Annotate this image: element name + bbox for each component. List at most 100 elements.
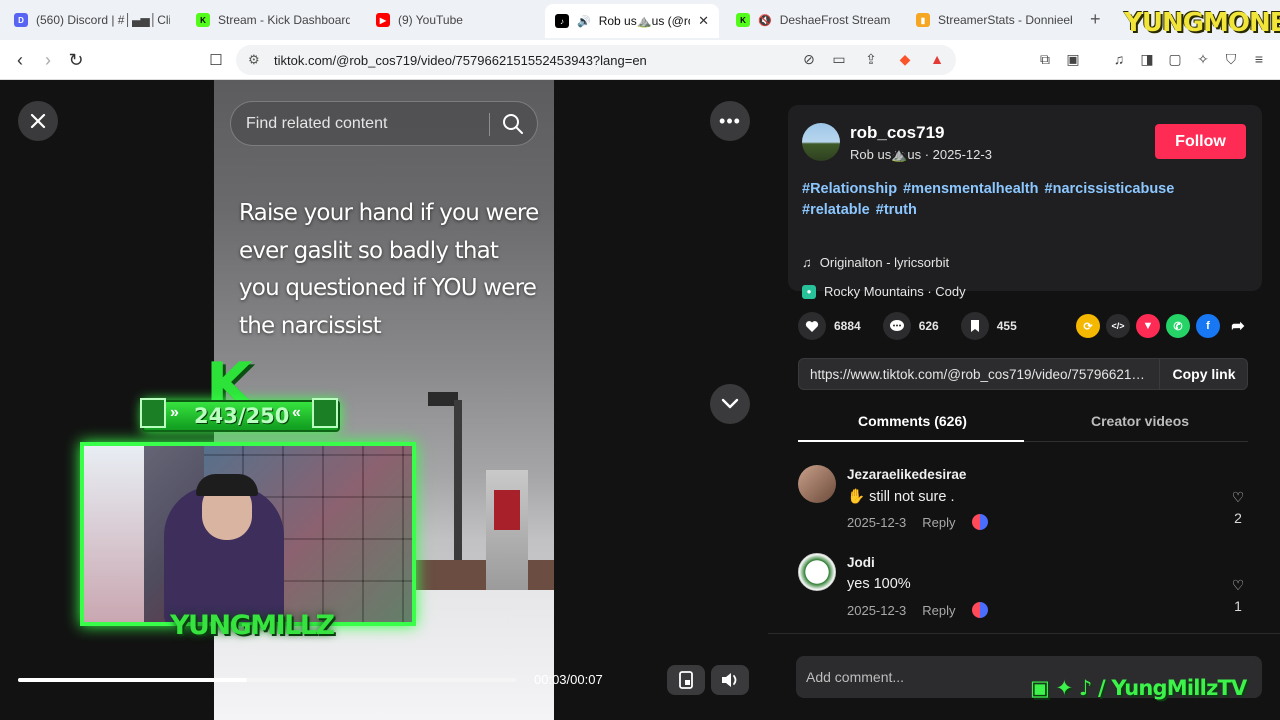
facebook-icon[interactable]: f [1196, 314, 1220, 338]
creator-username[interactable]: rob_cos719 [850, 123, 945, 143]
like-button[interactable]: 6884 [798, 312, 861, 340]
music-link[interactable]: ♫ Originalton - lyricsorbit [802, 255, 949, 270]
tab-kick-dashboard[interactable]: K Stream - Kick Dashboard [186, 6, 360, 34]
browser-tab-bar: D (560) Discord | #│▄▅│Clip K Stream - K… [0, 0, 1280, 40]
close-icon [30, 113, 46, 129]
save-button[interactable]: 455 [960, 312, 1017, 340]
progress-bar[interactable] [18, 678, 516, 682]
hashtag-list: #Relationship #mensmentalhealth #narciss… [802, 179, 1242, 221]
reply-button[interactable]: Reply [922, 603, 955, 618]
reload-icon[interactable]: ↻ [64, 48, 88, 72]
related-search-input[interactable]: Find related content [230, 101, 538, 146]
overlay-socials: ▣ ✦ ♪ / YungMillzTV [1030, 676, 1247, 700]
vpn-shield-icon[interactable]: ⛉ [1220, 48, 1242, 70]
tab-youtube[interactable]: ▶ (9) YouTube [366, 6, 542, 34]
location-link[interactable]: ● Rocky Mountains · Cody [802, 284, 966, 299]
tab-comments[interactable]: Comments (626) [858, 413, 967, 429]
comment-like-count: 1 [1234, 598, 1242, 614]
volume-button[interactable] [711, 665, 749, 695]
send-to-friends-icon[interactable]: ▼ [1136, 314, 1160, 338]
comment-like-button[interactable]: ♡ 1 [1228, 577, 1248, 614]
description-card: rob_cos719 Rob us⛰️us · 2025-12-3 Follow… [788, 105, 1262, 299]
video-caption: Raise your hand if you were ever gaslit … [239, 200, 539, 339]
tab-discord[interactable]: D (560) Discord | #│▄▅│Clip [4, 6, 180, 34]
brave-shield-icon[interactable]: ◆ [894, 48, 916, 70]
arrow-left-icon: « [292, 404, 301, 421]
embed-code-icon[interactable]: </> [1106, 314, 1130, 338]
muted-icon: 🔇 [758, 14, 772, 27]
brave-rewards-icon[interactable]: ▲ [926, 48, 948, 70]
new-tab-button[interactable]: + [1090, 9, 1101, 30]
comment-item: Jodi yes 100% 2025-12-3 Reply ♡ 1 [798, 553, 1248, 633]
comment-button[interactable]: 626 [882, 312, 939, 340]
comment-text: ✋ still not sure . [847, 489, 955, 505]
copy-link-button[interactable]: Copy link [1159, 359, 1248, 389]
kick-icon: K [736, 13, 750, 27]
progress-fill [18, 678, 248, 682]
kick-icon: K [196, 13, 210, 27]
timecode: 00:03/00:07 [534, 672, 603, 687]
sidebar-icon[interactable]: ◨ [1136, 48, 1158, 70]
location-pin-icon: ● [802, 284, 816, 299]
arrow-right-icon: » [170, 404, 179, 421]
whatsapp-icon[interactable]: ✆ [1166, 314, 1190, 338]
no-tracking-icon[interactable]: ⊘ [798, 48, 820, 70]
more-options-button[interactable]: ••• [710, 101, 750, 141]
forward-icon[interactable]: › [36, 48, 60, 72]
back-icon[interactable]: ‹ [8, 48, 32, 72]
close-tab-icon[interactable]: ✕ [698, 13, 709, 29]
overlay-handle: / YungMillzTV [1097, 676, 1247, 700]
tab-deshaefrost[interactable]: K 🔇 DeshaeFrost Stream - Y [726, 6, 900, 34]
save-count: 455 [996, 319, 1017, 333]
hashtag-link[interactable]: #truth [876, 202, 917, 218]
menu-icon[interactable]: ≡ [1248, 48, 1270, 70]
engagement-stats: 6884 626 455 [798, 312, 1039, 340]
creator-avatar[interactable] [802, 123, 840, 161]
music-note-icon: ♫ [802, 255, 812, 270]
tab-streamerstats[interactable]: ▮ StreamerStats - Donnieeb [906, 6, 1082, 34]
close-video-button[interactable] [18, 101, 58, 141]
youtube-icon: ▶ [376, 13, 390, 27]
tab-search-icon[interactable]: ▣ [1062, 48, 1084, 70]
url-text: tiktok.com/@rob_cos719/video/75796621515… [274, 52, 647, 68]
share-link-url[interactable]: https://www.tiktok.com/@rob_cos719/video… [810, 367, 1150, 382]
video-stage: Raise your hand if you were ever gaslit … [0, 80, 768, 720]
streamer-name: YUNGMILLZ [170, 610, 335, 641]
comment-username[interactable]: Jodi [847, 555, 875, 570]
sub-goal-count: 243/250 [194, 404, 290, 428]
cast-icon[interactable]: ▭ [828, 48, 850, 70]
site-info-icon[interactable]: ⚙ [248, 52, 264, 68]
gift-icon [140, 398, 166, 428]
pip-icon [679, 671, 693, 689]
music-icon[interactable]: ♫ [1108, 48, 1130, 70]
tab-creator-videos[interactable]: Creator videos [1091, 413, 1189, 429]
bookmark-icon[interactable]: ☐ [204, 48, 228, 72]
hashtag-link[interactable]: #Relationship [802, 181, 897, 197]
share-icon[interactable]: ⇪ [860, 48, 882, 70]
comment-avatar[interactable] [798, 465, 836, 503]
share-arrow-icon[interactable]: ➦ [1226, 314, 1250, 338]
heart-outline-icon: ♡ [1231, 577, 1245, 593]
ellipsis-icon: ••• [719, 110, 741, 131]
next-video-button[interactable] [710, 384, 750, 424]
tab-title: (560) Discord | #│▄▅│Clip [36, 13, 170, 27]
comment-username[interactable]: Jezaraelikedesirae [847, 467, 966, 482]
social-icons: ▣ ✦ ♪ [1030, 676, 1098, 700]
tab-tiktok[interactable]: ♪ 🔊 Rob us⛰️us (@rob ✕ [545, 4, 719, 38]
ai-sparkle-icon[interactable]: ✧ [1192, 48, 1214, 70]
hashtag-link[interactable]: #mensmentalhealth [903, 181, 1038, 197]
webcam-feed [80, 442, 416, 626]
comment-like-button[interactable]: ♡ 2 [1228, 489, 1248, 526]
follow-button[interactable]: Follow [1155, 124, 1246, 159]
comment-avatar[interactable] [798, 553, 836, 591]
picture-in-picture-button[interactable] [667, 665, 705, 695]
reply-button[interactable]: Reply [922, 515, 955, 530]
repost-icon[interactable]: ⟳ [1076, 314, 1100, 338]
wallet-icon[interactable]: ▢ [1164, 48, 1186, 70]
search-icon[interactable] [501, 112, 525, 136]
hashtag-link[interactable]: #relatable [802, 202, 870, 218]
extensions-icon[interactable]: ⧉ [1034, 48, 1056, 70]
tab-title: StreamerStats - Donnieeb [938, 13, 1072, 27]
hashtag-link[interactable]: #narcissisticabuse [1045, 181, 1175, 197]
bookmark-icon [960, 312, 989, 340]
